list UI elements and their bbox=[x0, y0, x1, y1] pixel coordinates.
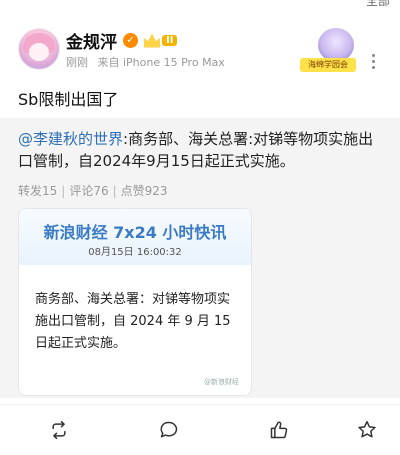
repost-box[interactable]: @李建秋的世界:商务部、海关总署:对锑等物项实施出口管制，自2024年9月15日… bbox=[0, 118, 400, 398]
crown-icon bbox=[144, 33, 160, 48]
post-header: 金规泙 ✓ II 刚刚 来自 iPhone 15 Pro Max 海绵学园会 bbox=[0, 12, 400, 76]
news-card-time: 08月15日 16:00:32 bbox=[88, 247, 182, 258]
news-card-body: 商务部、海关总署：对锑等物项实施出口管制，自 2024 年 9 月 15 日起正… bbox=[35, 292, 231, 351]
news-card-watermark: @新浪财经 bbox=[204, 378, 239, 386]
comment-icon[interactable] bbox=[158, 419, 180, 441]
news-card-title: 新浪财经 7x24 小时快讯 bbox=[43, 223, 227, 242]
like-icon[interactable] bbox=[268, 419, 290, 441]
anime-girl-icon bbox=[318, 28, 354, 62]
status-strip: 全部 bbox=[0, 0, 400, 8]
action-bar bbox=[0, 404, 400, 455]
news-image-card[interactable]: 新浪财经 7x24 小时快讯 08月15日 16:00:32 商务部、海关总署：… bbox=[18, 208, 252, 396]
repost-stats: 转发15 | 评论76 | 点赞923 bbox=[18, 184, 168, 198]
author-row: 金规泙 ✓ II bbox=[66, 28, 178, 53]
repost-icon[interactable] bbox=[48, 419, 70, 441]
partial-tab-label: 全部 bbox=[365, 0, 390, 8]
repost-text: @李建秋的世界:商务部、海关总署:对锑等物项实施出口管制，自2024年9月15日… bbox=[18, 128, 382, 172]
sticker-label: 海绵学园会 bbox=[300, 58, 356, 72]
comment-count[interactable]: 评论76 bbox=[69, 184, 108, 198]
post-text: Sb限制出国了 bbox=[18, 90, 119, 109]
avatar[interactable] bbox=[18, 28, 60, 70]
more-options-icon[interactable] bbox=[366, 52, 380, 70]
author-name[interactable]: 金规泙 bbox=[66, 28, 117, 53]
level-number: II bbox=[162, 35, 178, 46]
share-icon[interactable] bbox=[356, 419, 378, 441]
post-meta: 刚刚 来自 iPhone 15 Pro Max bbox=[66, 54, 225, 70]
level-badge: II bbox=[144, 33, 178, 48]
repost-count[interactable]: 转发15 bbox=[18, 184, 57, 198]
post-time: 刚刚 bbox=[66, 56, 88, 69]
like-count[interactable]: 点赞923 bbox=[121, 184, 168, 198]
decoration-sticker: 海绵学园会 bbox=[300, 28, 356, 72]
verified-icon: ✓ bbox=[123, 33, 138, 48]
mention-link[interactable]: @李建秋的世界 bbox=[18, 130, 123, 148]
post-source: 来自 iPhone 15 Pro Max bbox=[97, 56, 225, 69]
